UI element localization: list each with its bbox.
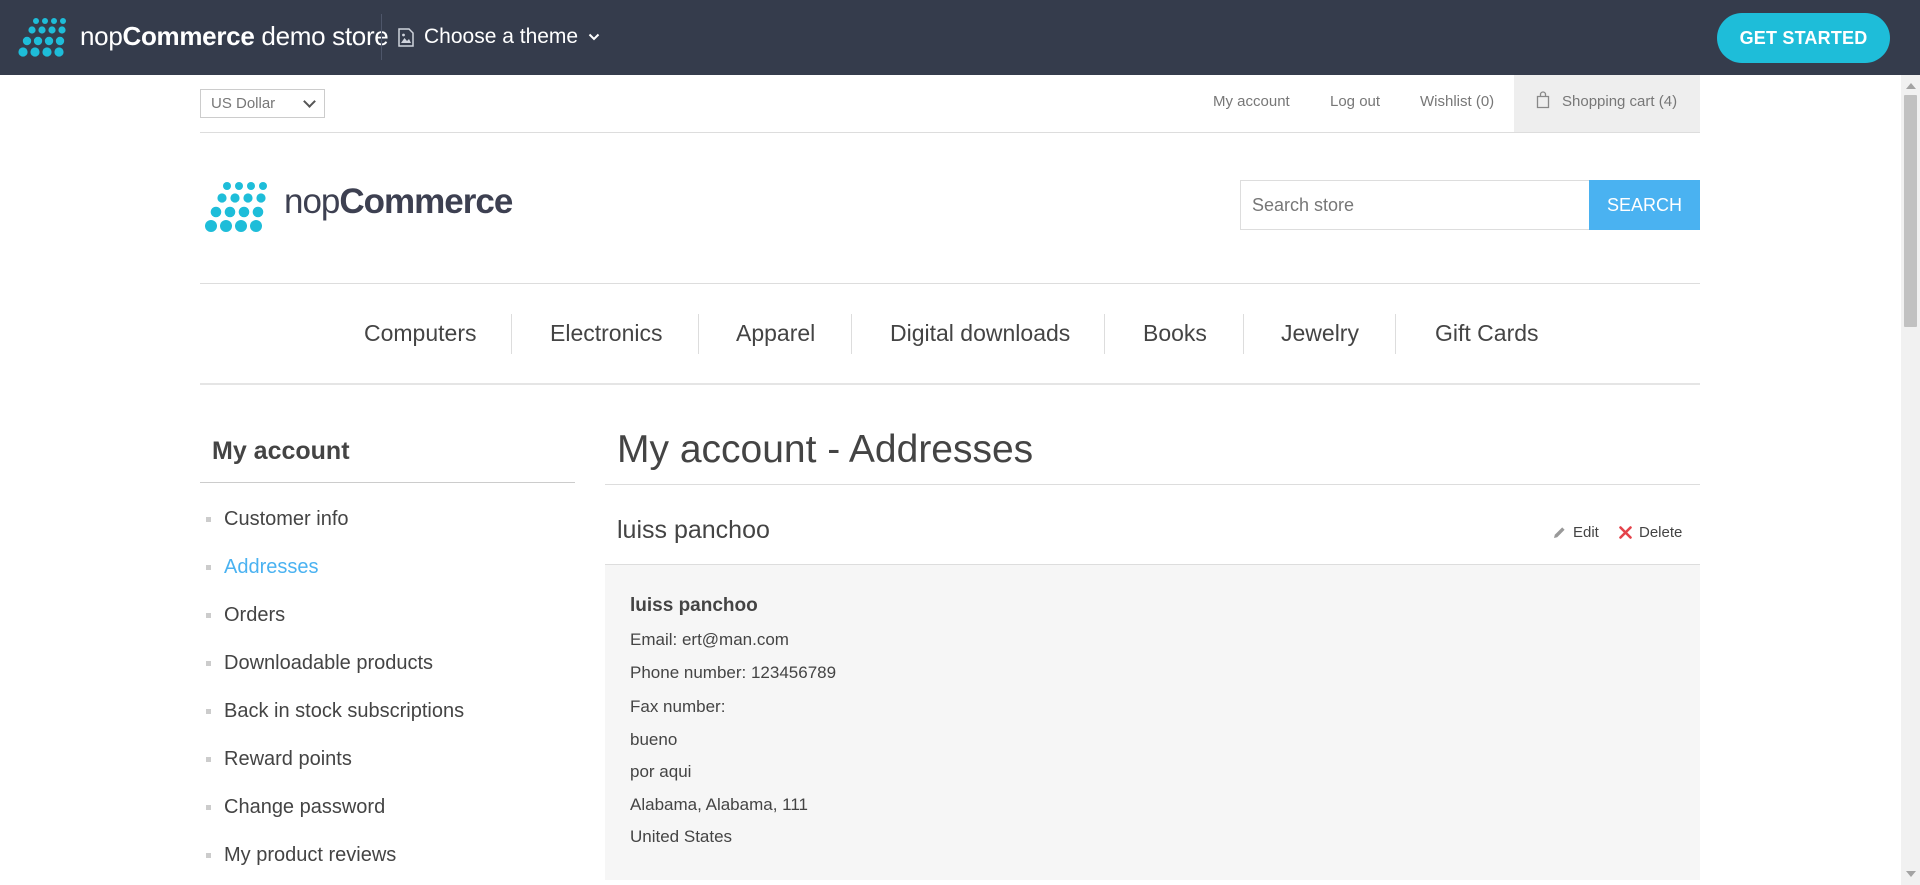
demo-bar-divider	[381, 14, 382, 60]
menu-item-jewelry[interactable]: Jewelry	[1281, 320, 1359, 347]
list-bullet	[206, 756, 211, 762]
address-title: luiss panchoo	[617, 516, 770, 544]
side-nav-item-reward-points[interactable]: Reward points	[206, 744, 352, 774]
store-name[interactable]: nopCommerce	[284, 182, 513, 222]
chevron-down-icon	[303, 94, 316, 108]
side-nav-item-label: Change password	[224, 795, 386, 818]
address-country: United States	[630, 827, 733, 846]
brand-bold-text: Commerce	[122, 21, 255, 51]
header-divider	[200, 132, 1700, 133]
brand-suffix-text: demo store	[254, 21, 389, 51]
search-button[interactable]: SEARCH	[1589, 180, 1700, 230]
pencil-icon	[1554, 527, 1565, 538]
address-street: por aqui	[630, 762, 692, 781]
choose-theme-dropdown[interactable]: Choose a theme	[398, 22, 600, 52]
side-nav-item-label: My product reviews	[224, 843, 397, 866]
side-nav-item-downloadable-products[interactable]: Downloadable products	[206, 648, 433, 678]
page-scrollbar[interactable]	[1901, 75, 1920, 885]
menu-item-gift-cards[interactable]: Gift Cards	[1435, 320, 1539, 347]
menu-top-divider	[200, 283, 1700, 284]
menu-separator	[698, 314, 699, 354]
store-name-bold: Commerce	[339, 182, 513, 221]
list-bullet	[206, 708, 211, 714]
side-nav-title: My account	[212, 437, 350, 465]
scroll-down-arrow-icon[interactable]	[1906, 871, 1916, 877]
page-title-divider	[605, 484, 1700, 485]
search-input[interactable]: Search store	[1240, 180, 1590, 230]
scroll-up-arrow-icon[interactable]	[1906, 83, 1916, 89]
edit-address-button[interactable]: Edit	[1553, 524, 1599, 541]
menu-bottom-divider	[200, 383, 1700, 385]
search-placeholder: Search store	[1252, 194, 1355, 215]
wishlist-link[interactable]: Wishlist (0)	[1420, 93, 1494, 110]
address-fax: Fax number:	[630, 697, 726, 716]
side-nav-item-orders[interactable]: Orders	[206, 600, 285, 630]
menu-item-electronics[interactable]: Electronics	[550, 320, 662, 347]
list-bullet	[206, 564, 211, 570]
delete-address-button[interactable]: Delete	[1619, 524, 1682, 541]
side-nav-item-label: Orders	[224, 603, 286, 626]
side-nav-item-my-product-reviews[interactable]: My product reviews	[206, 840, 396, 870]
side-nav-item-label: Customer info	[224, 507, 349, 530]
choose-theme-label: Choose a theme	[424, 25, 579, 48]
side-nav-item-label: Back in stock subscriptions	[224, 699, 465, 722]
address-details-panel	[605, 565, 1700, 880]
menu-separator	[511, 314, 512, 354]
menu-separator	[1395, 314, 1396, 354]
list-bullet	[206, 804, 211, 810]
side-nav-item-addresses[interactable]: Addresses	[206, 552, 319, 582]
currency-select[interactable]: US Dollar	[200, 89, 325, 118]
edit-label: Edit	[1573, 524, 1599, 541]
delete-label: Delete	[1639, 524, 1683, 541]
address-name: luiss panchoo	[630, 595, 758, 616]
shopping-bag-icon	[1536, 91, 1550, 109]
menu-separator	[1104, 314, 1105, 354]
currency-selected-value: US Dollar	[211, 95, 276, 112]
address-company: bueno	[630, 730, 678, 749]
side-nav-item-label: Downloadable products	[224, 651, 434, 674]
store-logo-icon[interactable]	[203, 181, 273, 233]
list-bullet	[206, 612, 211, 618]
menu-item-digital-downloads[interactable]: Digital downloads	[890, 320, 1070, 347]
address-city-state-zip: Alabama, Alabama, 111	[630, 795, 808, 814]
menu-item-computers[interactable]: Computers	[364, 320, 476, 347]
list-bullet	[206, 516, 211, 522]
menu-item-books[interactable]: Books	[1143, 320, 1207, 347]
side-nav-item-back-in-stock[interactable]: Back in stock subscriptions	[206, 696, 464, 726]
nopcommerce-logo-icon[interactable]	[18, 17, 72, 57]
scrollbar-thumb[interactable]	[1904, 95, 1917, 327]
side-nav-item-customer-info[interactable]: Customer info	[206, 504, 349, 534]
side-nav-item-change-password[interactable]: Change password	[206, 792, 385, 822]
side-nav-item-label: Reward points	[224, 747, 352, 770]
image-icon	[398, 27, 414, 47]
list-bullet	[206, 660, 211, 666]
close-icon	[1619, 526, 1632, 539]
menu-item-apparel[interactable]: Apparel	[736, 320, 815, 347]
address-email: Email: ert@man.com	[630, 630, 789, 649]
shopping-cart-label: Shopping cart (4)	[1562, 93, 1678, 110]
address-phone: Phone number: 123456789	[630, 663, 837, 682]
demo-store-brand[interactable]: nopCommerce demo store	[80, 21, 389, 52]
brand-light-text: nop	[80, 21, 123, 51]
side-nav-title-divider	[200, 482, 575, 483]
get-started-button[interactable]: GET STARTED	[1717, 13, 1890, 63]
demo-top-bar: nopCommerce demo store Choose a theme GE…	[0, 0, 1920, 75]
list-bullet	[206, 852, 211, 858]
store-name-light: nop	[284, 182, 340, 221]
menu-separator	[1243, 314, 1244, 354]
shopping-cart-link[interactable]: Shopping cart (4)	[1514, 75, 1700, 132]
page-title: My account - Addresses	[617, 428, 1034, 471]
chevron-down-icon	[588, 33, 600, 41]
my-account-link[interactable]: My account	[1213, 93, 1290, 110]
menu-separator	[851, 314, 852, 354]
side-nav-item-label: Addresses	[224, 555, 319, 578]
log-out-link[interactable]: Log out	[1330, 93, 1380, 110]
